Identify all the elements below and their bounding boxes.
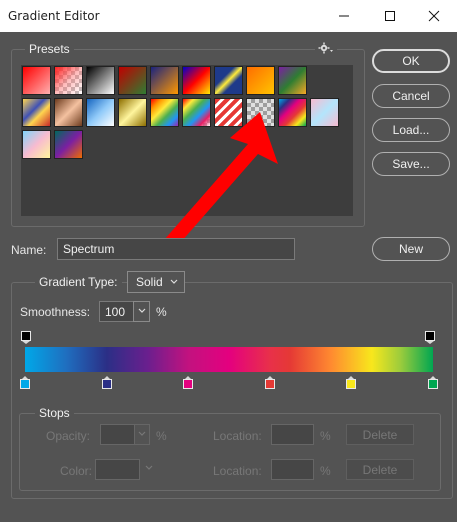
opacity-percent: %: [156, 429, 167, 443]
color-delete-button[interactable]: Delete: [346, 459, 414, 480]
smoothness-label: Smoothness:: [20, 305, 91, 319]
preset-swatch[interactable]: [54, 98, 83, 127]
new-button[interactable]: New: [372, 237, 450, 261]
preset-swatch[interactable]: [310, 98, 339, 127]
color-location-percent: %: [320, 464, 331, 478]
gradient-type-value: Solid: [136, 275, 163, 289]
smoothness-percent: %: [156, 305, 167, 319]
gradient-type-select[interactable]: Solid: [127, 271, 185, 293]
preset-swatch[interactable]: [54, 130, 83, 159]
stops-legend: Stops: [35, 406, 74, 420]
red-arrow-icon: [164, 112, 278, 250]
preset-swatch[interactable]: [118, 98, 147, 127]
preset-swatch[interactable]: [86, 98, 115, 127]
cancel-button[interactable]: Cancel: [372, 84, 450, 108]
gear-icon[interactable]: [315, 42, 337, 57]
opacity-stop-left[interactable]: [21, 331, 31, 344]
opacity-label: Opacity:: [46, 429, 91, 443]
preset-swatch[interactable]: [22, 66, 51, 95]
color-stop[interactable]: [183, 376, 194, 389]
chevron-down-icon: [137, 428, 147, 442]
stop-opacity-input[interactable]: [100, 424, 135, 445]
title-bar: Gradient Editor: [0, 0, 457, 32]
chevron-down-icon: [169, 276, 179, 290]
ok-button[interactable]: OK: [372, 49, 450, 73]
preset-swatch[interactable]: [150, 66, 179, 95]
minimize-icon[interactable]: [321, 0, 367, 32]
color-stop[interactable]: [264, 376, 275, 389]
opacity-location-percent: %: [320, 429, 331, 443]
close-icon[interactable]: [411, 0, 457, 32]
gradient-type-label: Gradient Type:: [35, 275, 122, 289]
preset-swatch[interactable]: [278, 66, 307, 95]
presets-legend: Presets: [25, 42, 74, 56]
chevron-down-icon: [137, 305, 147, 319]
load-button[interactable]: Load...: [372, 118, 450, 142]
preset-swatch[interactable]: [22, 130, 51, 159]
color-stop[interactable]: [20, 376, 30, 389]
save-button[interactable]: Save...: [372, 152, 450, 176]
smoothness-input[interactable]: 100: [99, 301, 134, 322]
name-label: Name:: [11, 243, 47, 257]
preset-swatch[interactable]: [86, 66, 115, 95]
color-stop[interactable]: [101, 376, 112, 389]
preset-swatch[interactable]: [118, 66, 147, 95]
preset-swatch[interactable]: [54, 66, 83, 95]
opacity-location-label: Location:: [213, 429, 262, 443]
preset-swatch[interactable]: [22, 98, 51, 127]
color-location-input[interactable]: [271, 459, 314, 480]
color-location-label: Location:: [213, 464, 262, 478]
smoothness-dropdown[interactable]: [133, 301, 150, 322]
opacity-stop-right[interactable]: [425, 331, 435, 344]
preset-swatch-spectrum[interactable]: [278, 98, 307, 127]
preset-swatch[interactable]: [214, 66, 243, 95]
opacity-delete-button[interactable]: Delete: [346, 424, 414, 445]
color-label: Color:: [60, 464, 93, 478]
preset-swatch[interactable]: [246, 66, 275, 95]
maximize-icon[interactable]: [367, 0, 413, 32]
chevron-down-icon[interactable]: [144, 462, 154, 476]
color-stop[interactable]: [428, 376, 438, 389]
gradient-bar[interactable]: [25, 347, 433, 372]
color-stop[interactable]: [346, 376, 357, 389]
opacity-location-input[interactable]: [271, 424, 314, 445]
preset-swatch[interactable]: [182, 66, 211, 95]
window-title: Gradient Editor: [8, 9, 100, 23]
name-input[interactable]: Spectrum: [57, 238, 295, 260]
stop-opacity-dropdown[interactable]: [134, 424, 150, 445]
stop-color-swatch[interactable]: [95, 459, 140, 480]
